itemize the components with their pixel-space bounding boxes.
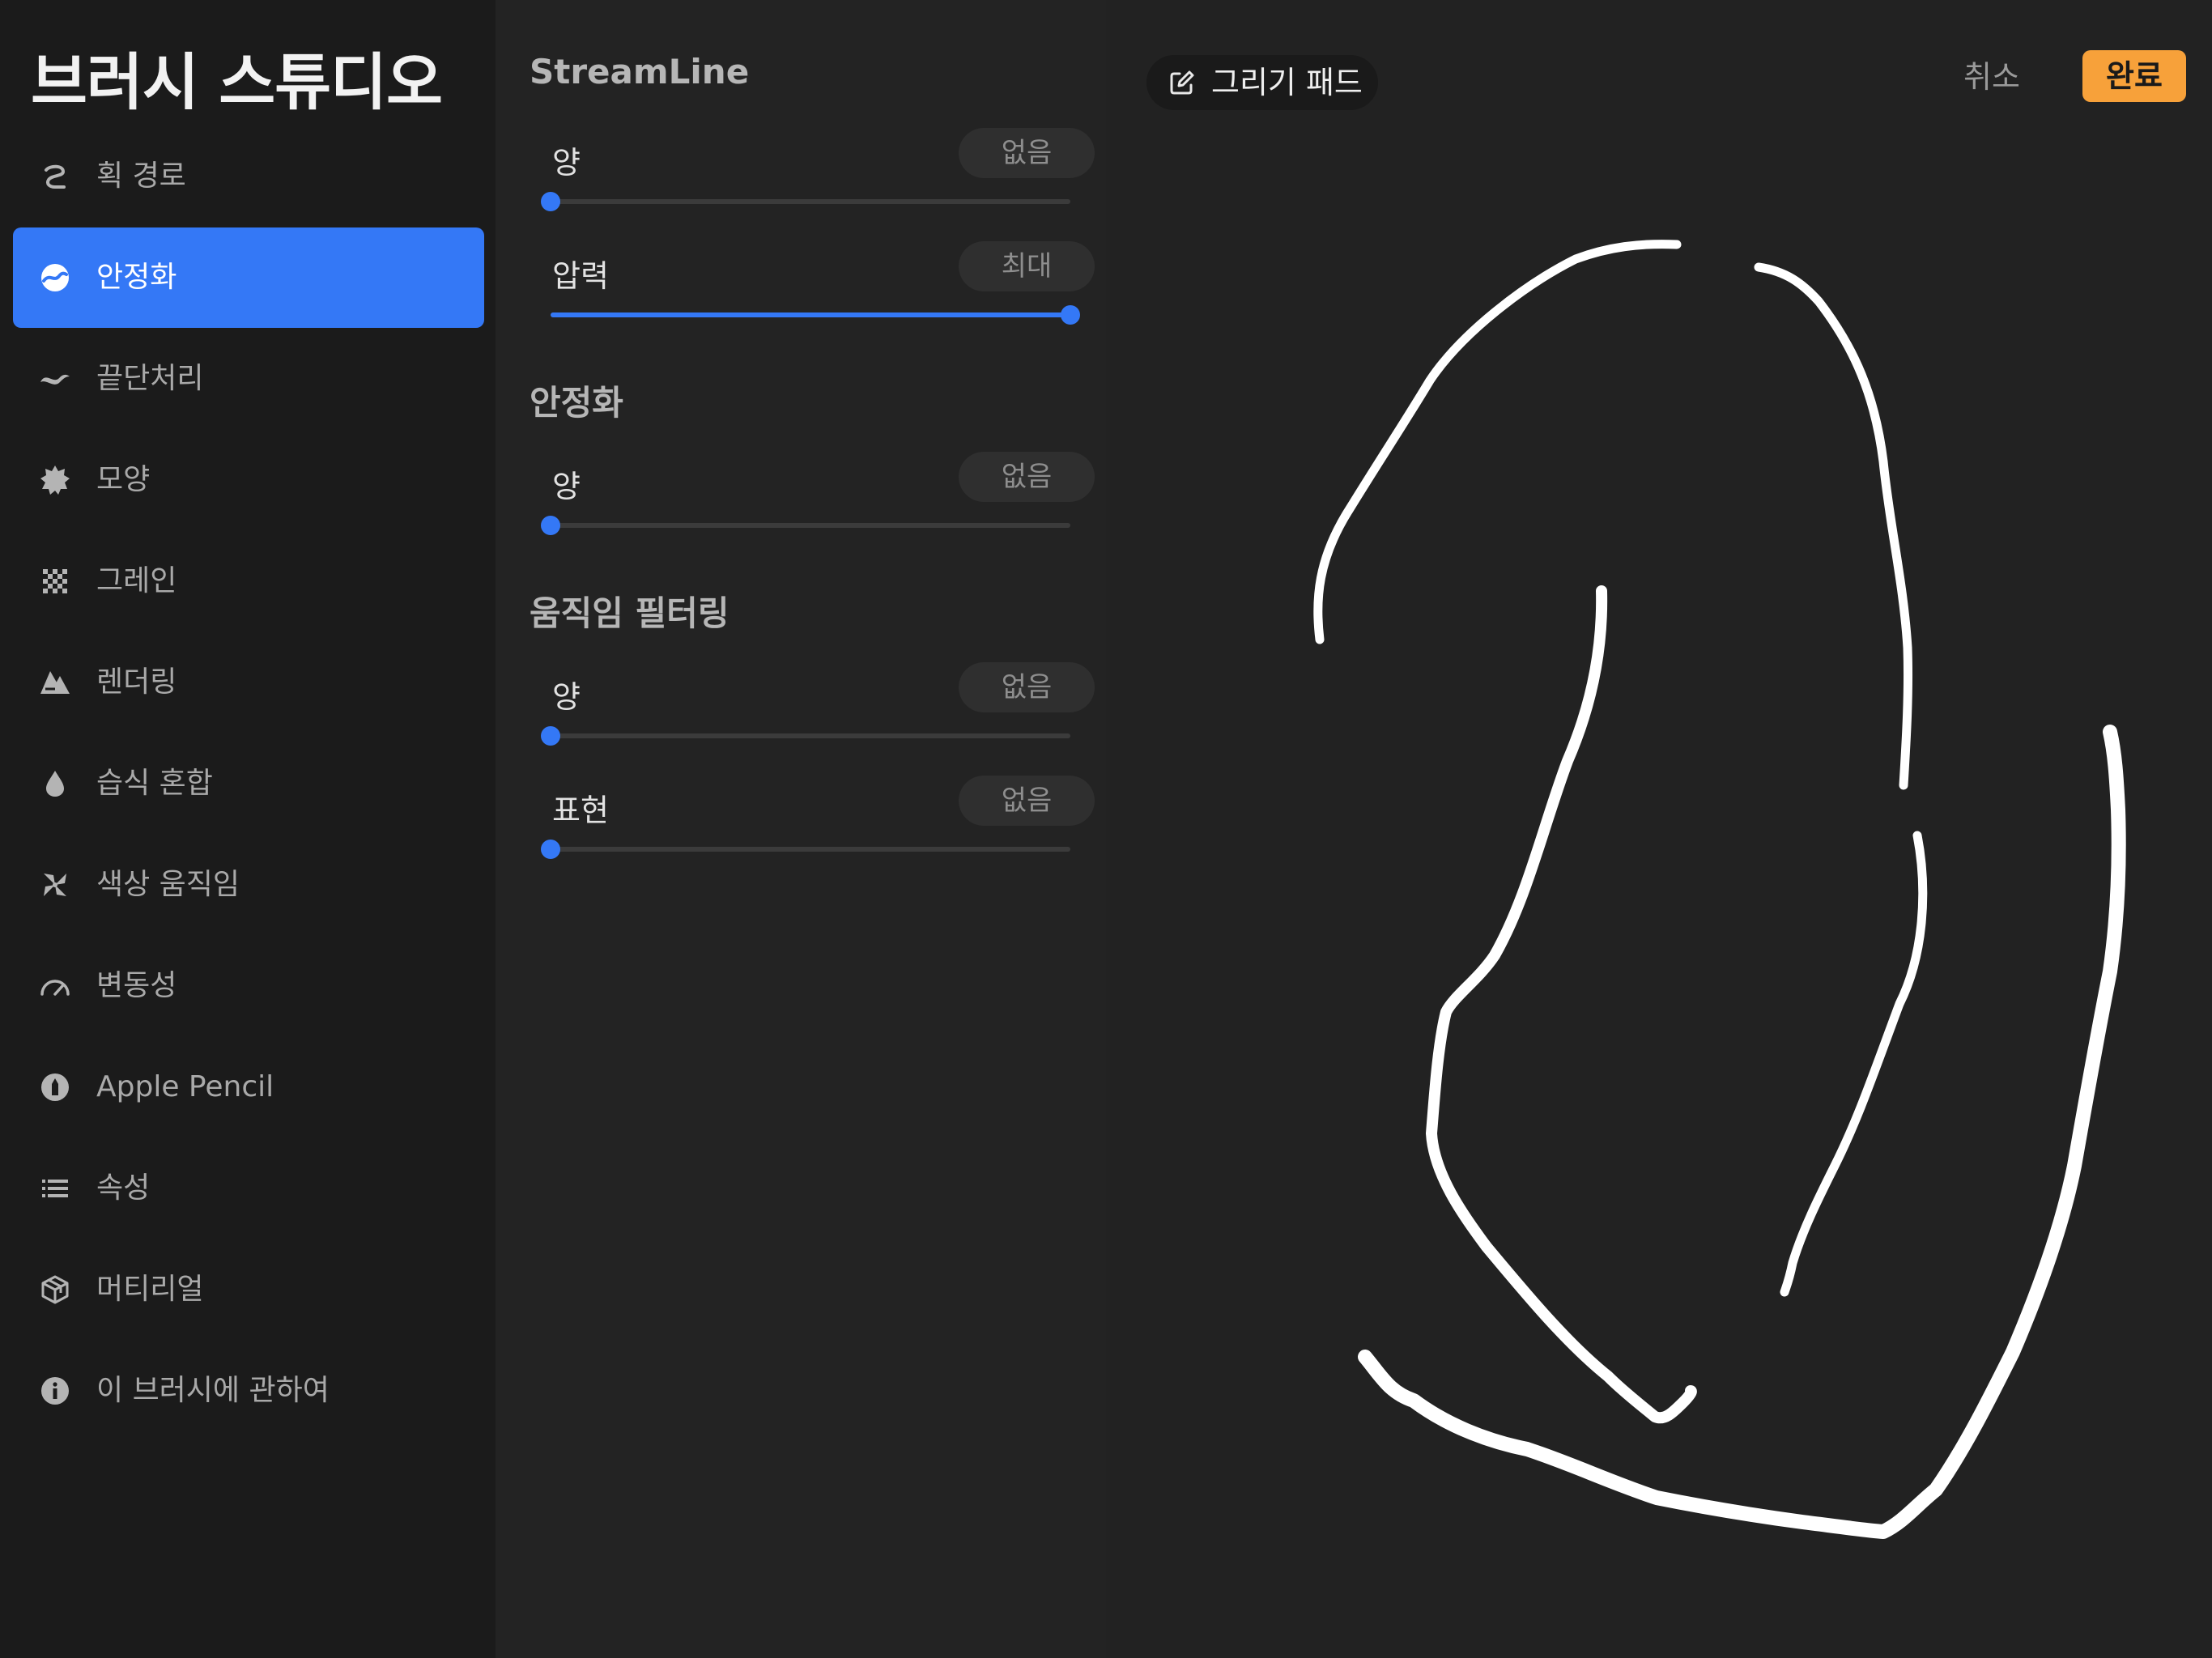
slider-knob[interactable] — [541, 192, 560, 211]
param-value-badge[interactable]: 최대 — [959, 241, 1095, 291]
slider-track[interactable] — [541, 516, 1070, 535]
sidebar-item-label: 모양 — [96, 463, 151, 496]
motion-filtering-expression-slider[interactable]: 표현 없음 — [536, 776, 1095, 874]
param-value-badge[interactable]: 없음 — [959, 128, 1095, 178]
shape-icon — [39, 464, 71, 496]
drawn-stroke-left-arc — [1313, 240, 1682, 644]
info-icon — [39, 1375, 71, 1407]
sidebar-item-label: 속성 — [96, 1171, 151, 1205]
section-title-streamline: StreamLine — [530, 52, 750, 91]
streamline-pressure-slider[interactable]: 압력 최대 — [536, 241, 1095, 340]
sidebar-item-wet-mix[interactable]: 습식 혼합 — [13, 733, 484, 834]
taper-icon — [39, 363, 71, 395]
sidebar-item-dynamics[interactable]: 변동성 — [13, 936, 484, 1036]
drawn-stroke-outer-bowl — [1358, 725, 2126, 1539]
param-value-badge[interactable]: 없음 — [959, 776, 1095, 826]
param-label: 양 — [552, 679, 581, 715]
cancel-button[interactable]: 취소 — [1943, 50, 2040, 104]
sidebar: 브러시 스튜디오 획 경로 안정화 끝단처리 모양 그레인 렌더링 습식 혼합 … — [0, 0, 496, 1658]
sidebar-item-taper[interactable]: 끝단처리 — [13, 329, 484, 429]
wet-mix-icon — [39, 767, 71, 800]
sidebar-item-shape[interactable]: 모양 — [13, 430, 484, 530]
dynamics-icon — [39, 970, 71, 1002]
done-button[interactable]: 완료 — [2082, 50, 2186, 102]
sidebar-item-label: 안정화 — [96, 261, 177, 294]
drawing-pad-label: 그리기 패드 — [1211, 65, 1363, 100]
sidebar-item-apple-pencil[interactable]: Apple Pencil — [13, 1037, 484, 1137]
sidebar-item-properties[interactable]: 속성 — [13, 1138, 484, 1239]
sidebar-item-label: 끝단처리 — [96, 362, 204, 395]
sidebar-item-stroke-path[interactable]: 획 경로 — [13, 126, 484, 227]
sidebar-item-label: 변동성 — [96, 969, 177, 1002]
slider-track[interactable] — [551, 305, 1080, 325]
sidebar-item-materials[interactable]: 머티리얼 — [13, 1239, 484, 1340]
sidebar-item-grain[interactable]: 그레인 — [13, 531, 484, 631]
sidebar-item-label: 렌더링 — [96, 665, 177, 699]
drawn-stroke-right-inner — [1780, 831, 1928, 1297]
sidebar-item-label: 머티리얼 — [96, 1273, 204, 1306]
sidebar-title: 브러시 스튜디오 — [31, 46, 443, 118]
properties-icon — [39, 1172, 71, 1205]
sidebar-item-label: 그레인 — [96, 564, 177, 597]
slider-knob[interactable] — [541, 726, 560, 746]
slider-track[interactable] — [541, 192, 1070, 211]
motion-filtering-amount-slider[interactable]: 양 없음 — [536, 662, 1095, 761]
streamline-amount-slider[interactable]: 양 없음 — [536, 128, 1095, 227]
materials-icon — [39, 1273, 71, 1306]
sidebar-item-label: 습식 혼합 — [96, 767, 213, 800]
param-label: 압력 — [552, 258, 609, 294]
sidebar-item-label: 이 브러시에 관하여 — [96, 1374, 330, 1407]
drawn-stroke-inner-loop — [1426, 585, 1697, 1424]
sidebar-item-rendering[interactable]: 렌더링 — [13, 632, 484, 733]
sidebar-item-label: Apple Pencil — [96, 1070, 274, 1103]
drawing-canvas[interactable] — [1106, 0, 2212, 1658]
section-title-stabilization: 안정화 — [530, 383, 623, 423]
section-title-motion-filtering: 움직임 필터링 — [530, 593, 730, 633]
drawing-pad[interactable]: 그리기 패드 — [1106, 0, 2212, 1658]
apple-pencil-icon — [39, 1071, 71, 1103]
param-value-badge[interactable]: 없음 — [959, 452, 1095, 502]
slider-knob[interactable] — [1061, 305, 1080, 325]
drawing-pad-button[interactable]: 그리기 패드 — [1146, 55, 1378, 110]
edit-icon — [1168, 68, 1197, 97]
slider-knob[interactable] — [541, 516, 560, 535]
slider-knob[interactable] — [541, 840, 560, 859]
sidebar-item-color-dynamics[interactable]: 색상 움직임 — [13, 835, 484, 935]
drawn-stroke-right-arc — [1754, 262, 1913, 790]
param-label: 표현 — [552, 793, 609, 828]
rendering-icon — [39, 666, 71, 699]
slider-track[interactable] — [541, 726, 1070, 746]
grain-icon — [39, 565, 71, 597]
stabilization-icon — [39, 261, 71, 294]
sidebar-item-label: 색상 움직임 — [96, 868, 240, 901]
param-value-badge[interactable]: 없음 — [959, 662, 1095, 712]
sidebar-item-stabilization[interactable]: 안정화 — [13, 227, 484, 328]
slider-track[interactable] — [541, 840, 1070, 859]
sidebar-item-about-brush[interactable]: 이 브러시에 관하여 — [13, 1341, 484, 1441]
param-label: 양 — [552, 469, 581, 504]
slider-fill — [551, 312, 1070, 317]
sidebar-item-label: 획 경로 — [96, 159, 186, 193]
stroke-path-icon — [39, 160, 71, 193]
settings-panel: StreamLine 양 없음 압력 최대 안정화 양 없음 움직임 필터링 양… — [496, 0, 1106, 1658]
color-dynamics-icon — [39, 869, 71, 901]
brush-studio: 브러시 스튜디오 획 경로 안정화 끝단처리 모양 그레인 렌더링 습식 혼합 … — [0, 0, 2212, 1658]
param-label: 양 — [552, 145, 581, 181]
stabilization-amount-slider[interactable]: 양 없음 — [536, 452, 1095, 551]
